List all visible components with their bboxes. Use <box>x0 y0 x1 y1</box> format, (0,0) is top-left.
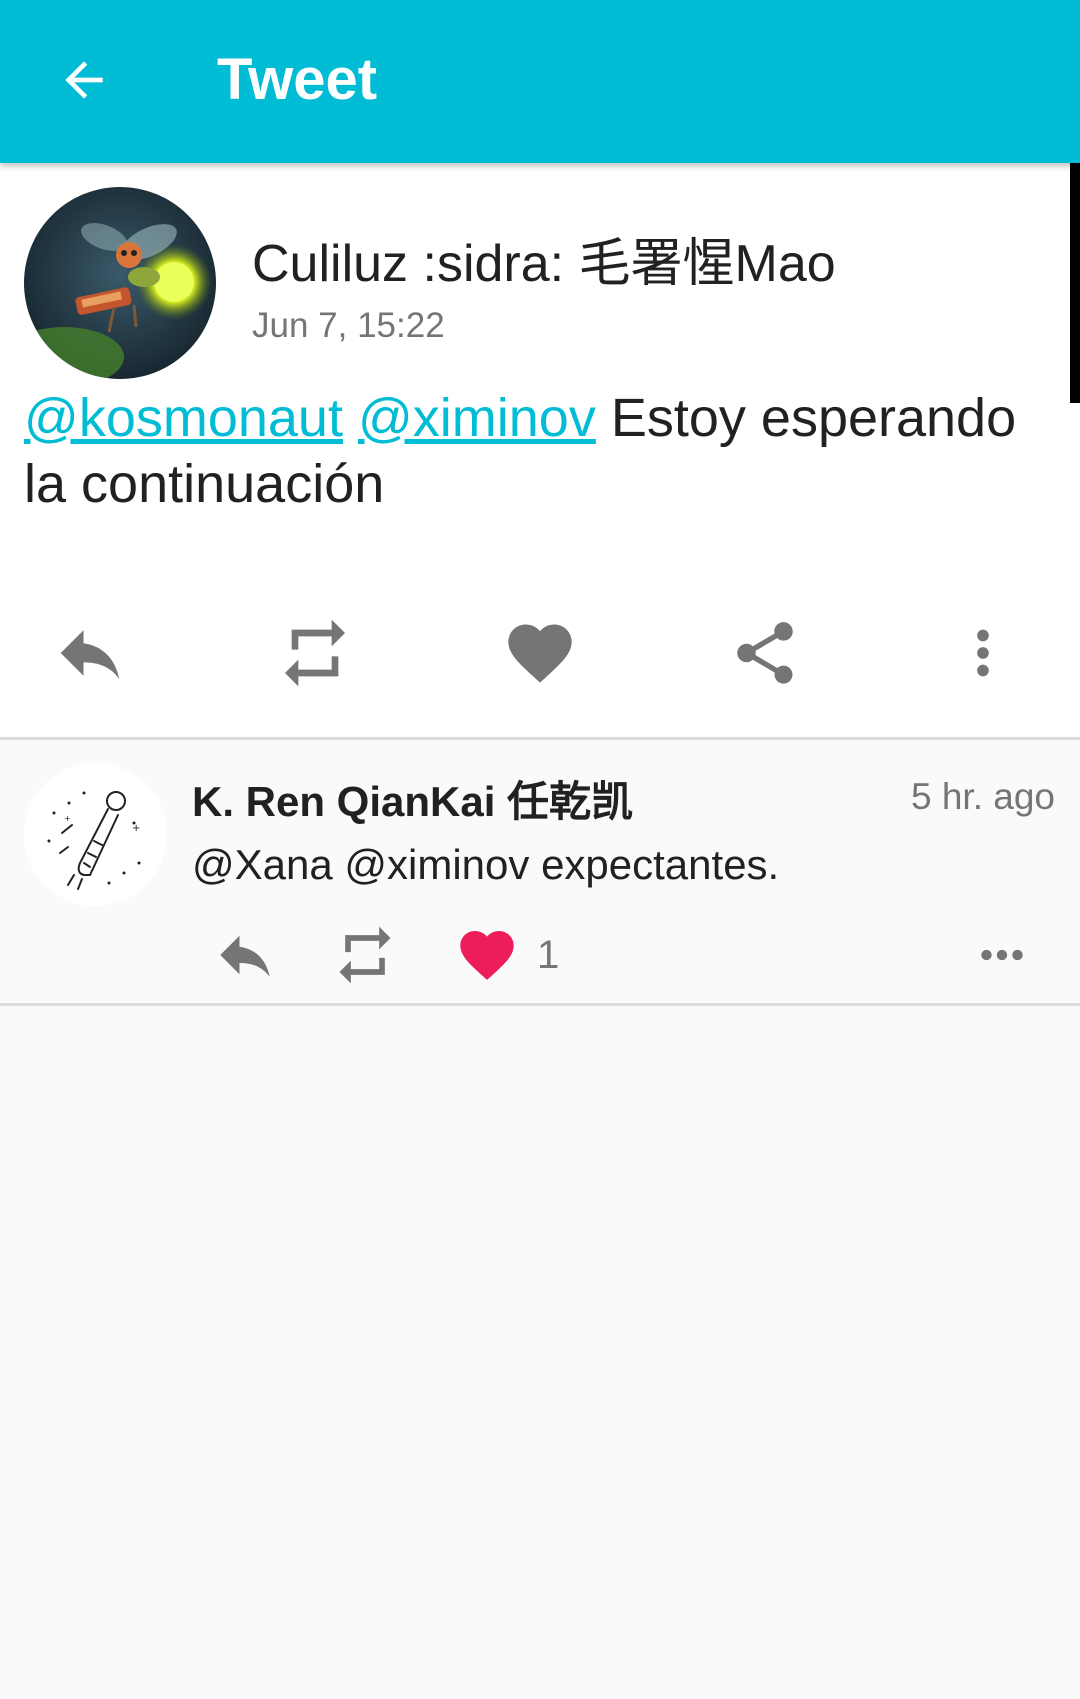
main-tweet: Culiluz :sidra: 毛署惺Mao Jun 7, 15:22 @kos… <box>0 163 1080 738</box>
author-name[interactable]: Culiluz :sidra: 毛署惺Mao <box>252 221 836 296</box>
reply-icon <box>220 935 270 977</box>
app-bar: Tweet <box>0 0 1080 163</box>
more-options-button[interactable] <box>962 915 1042 995</box>
heart-icon <box>508 624 572 683</box>
avatar[interactable]: + + <box>24 763 167 906</box>
share-icon <box>737 622 793 684</box>
mention-link[interactable]: @kosmonaut <box>24 388 343 448</box>
reply-item[interactable]: + + K. Ren QianKai 任乾凯 5 hr. ago @Xana @… <box>0 740 1080 1004</box>
like-count: 1 <box>537 932 560 977</box>
tweet-body: @kosmonaut @ximinov Estoy esperando la c… <box>24 385 1054 517</box>
reply-icon <box>60 630 120 679</box>
retweet-icon <box>339 926 391 984</box>
reply-body: @Xana @ximinov expectantes. <box>192 841 780 888</box>
firefly-avatar-image <box>24 187 216 379</box>
retweet-button[interactable] <box>325 915 405 995</box>
reply-action-bar: 1 <box>0 915 1080 995</box>
more-options-button[interactable] <box>933 603 1033 703</box>
astronaut-avatar-image: + + <box>24 763 167 906</box>
like-button[interactable] <box>490 603 590 703</box>
retweet-button[interactable] <box>265 603 365 703</box>
like-button[interactable]: 1 <box>455 915 595 995</box>
arrow-left-icon <box>65 61 103 99</box>
more-horizontal-icon <box>981 949 1023 961</box>
svg-text:+: + <box>132 823 140 834</box>
share-button[interactable] <box>715 603 815 703</box>
reply-timestamp: 5 hr. ago <box>910 776 1055 817</box>
retweet-icon <box>285 619 345 687</box>
avatar[interactable] <box>24 187 216 379</box>
divider <box>0 1003 1080 1006</box>
reply-button[interactable] <box>205 915 285 995</box>
mention-link[interactable]: @ximinov <box>358 388 596 448</box>
back-button[interactable] <box>44 40 124 120</box>
reply-author-name[interactable]: K. Ren QianKai 任乾凯 <box>192 768 633 829</box>
scroll-indicator[interactable] <box>1070 163 1080 403</box>
tweet-text-segment: la continuación <box>24 454 385 514</box>
tweet-timestamp: Jun 7, 15:22 <box>252 306 445 345</box>
tweet-text-segment: Estoy esperando <box>610 388 1017 448</box>
heart-icon <box>460 931 514 980</box>
page-title: Tweet <box>217 47 378 112</box>
svg-text:+: + <box>64 814 71 823</box>
more-vertical-icon <box>977 629 989 677</box>
reply-button[interactable] <box>40 603 140 703</box>
tweet-action-bar <box>0 603 1080 703</box>
